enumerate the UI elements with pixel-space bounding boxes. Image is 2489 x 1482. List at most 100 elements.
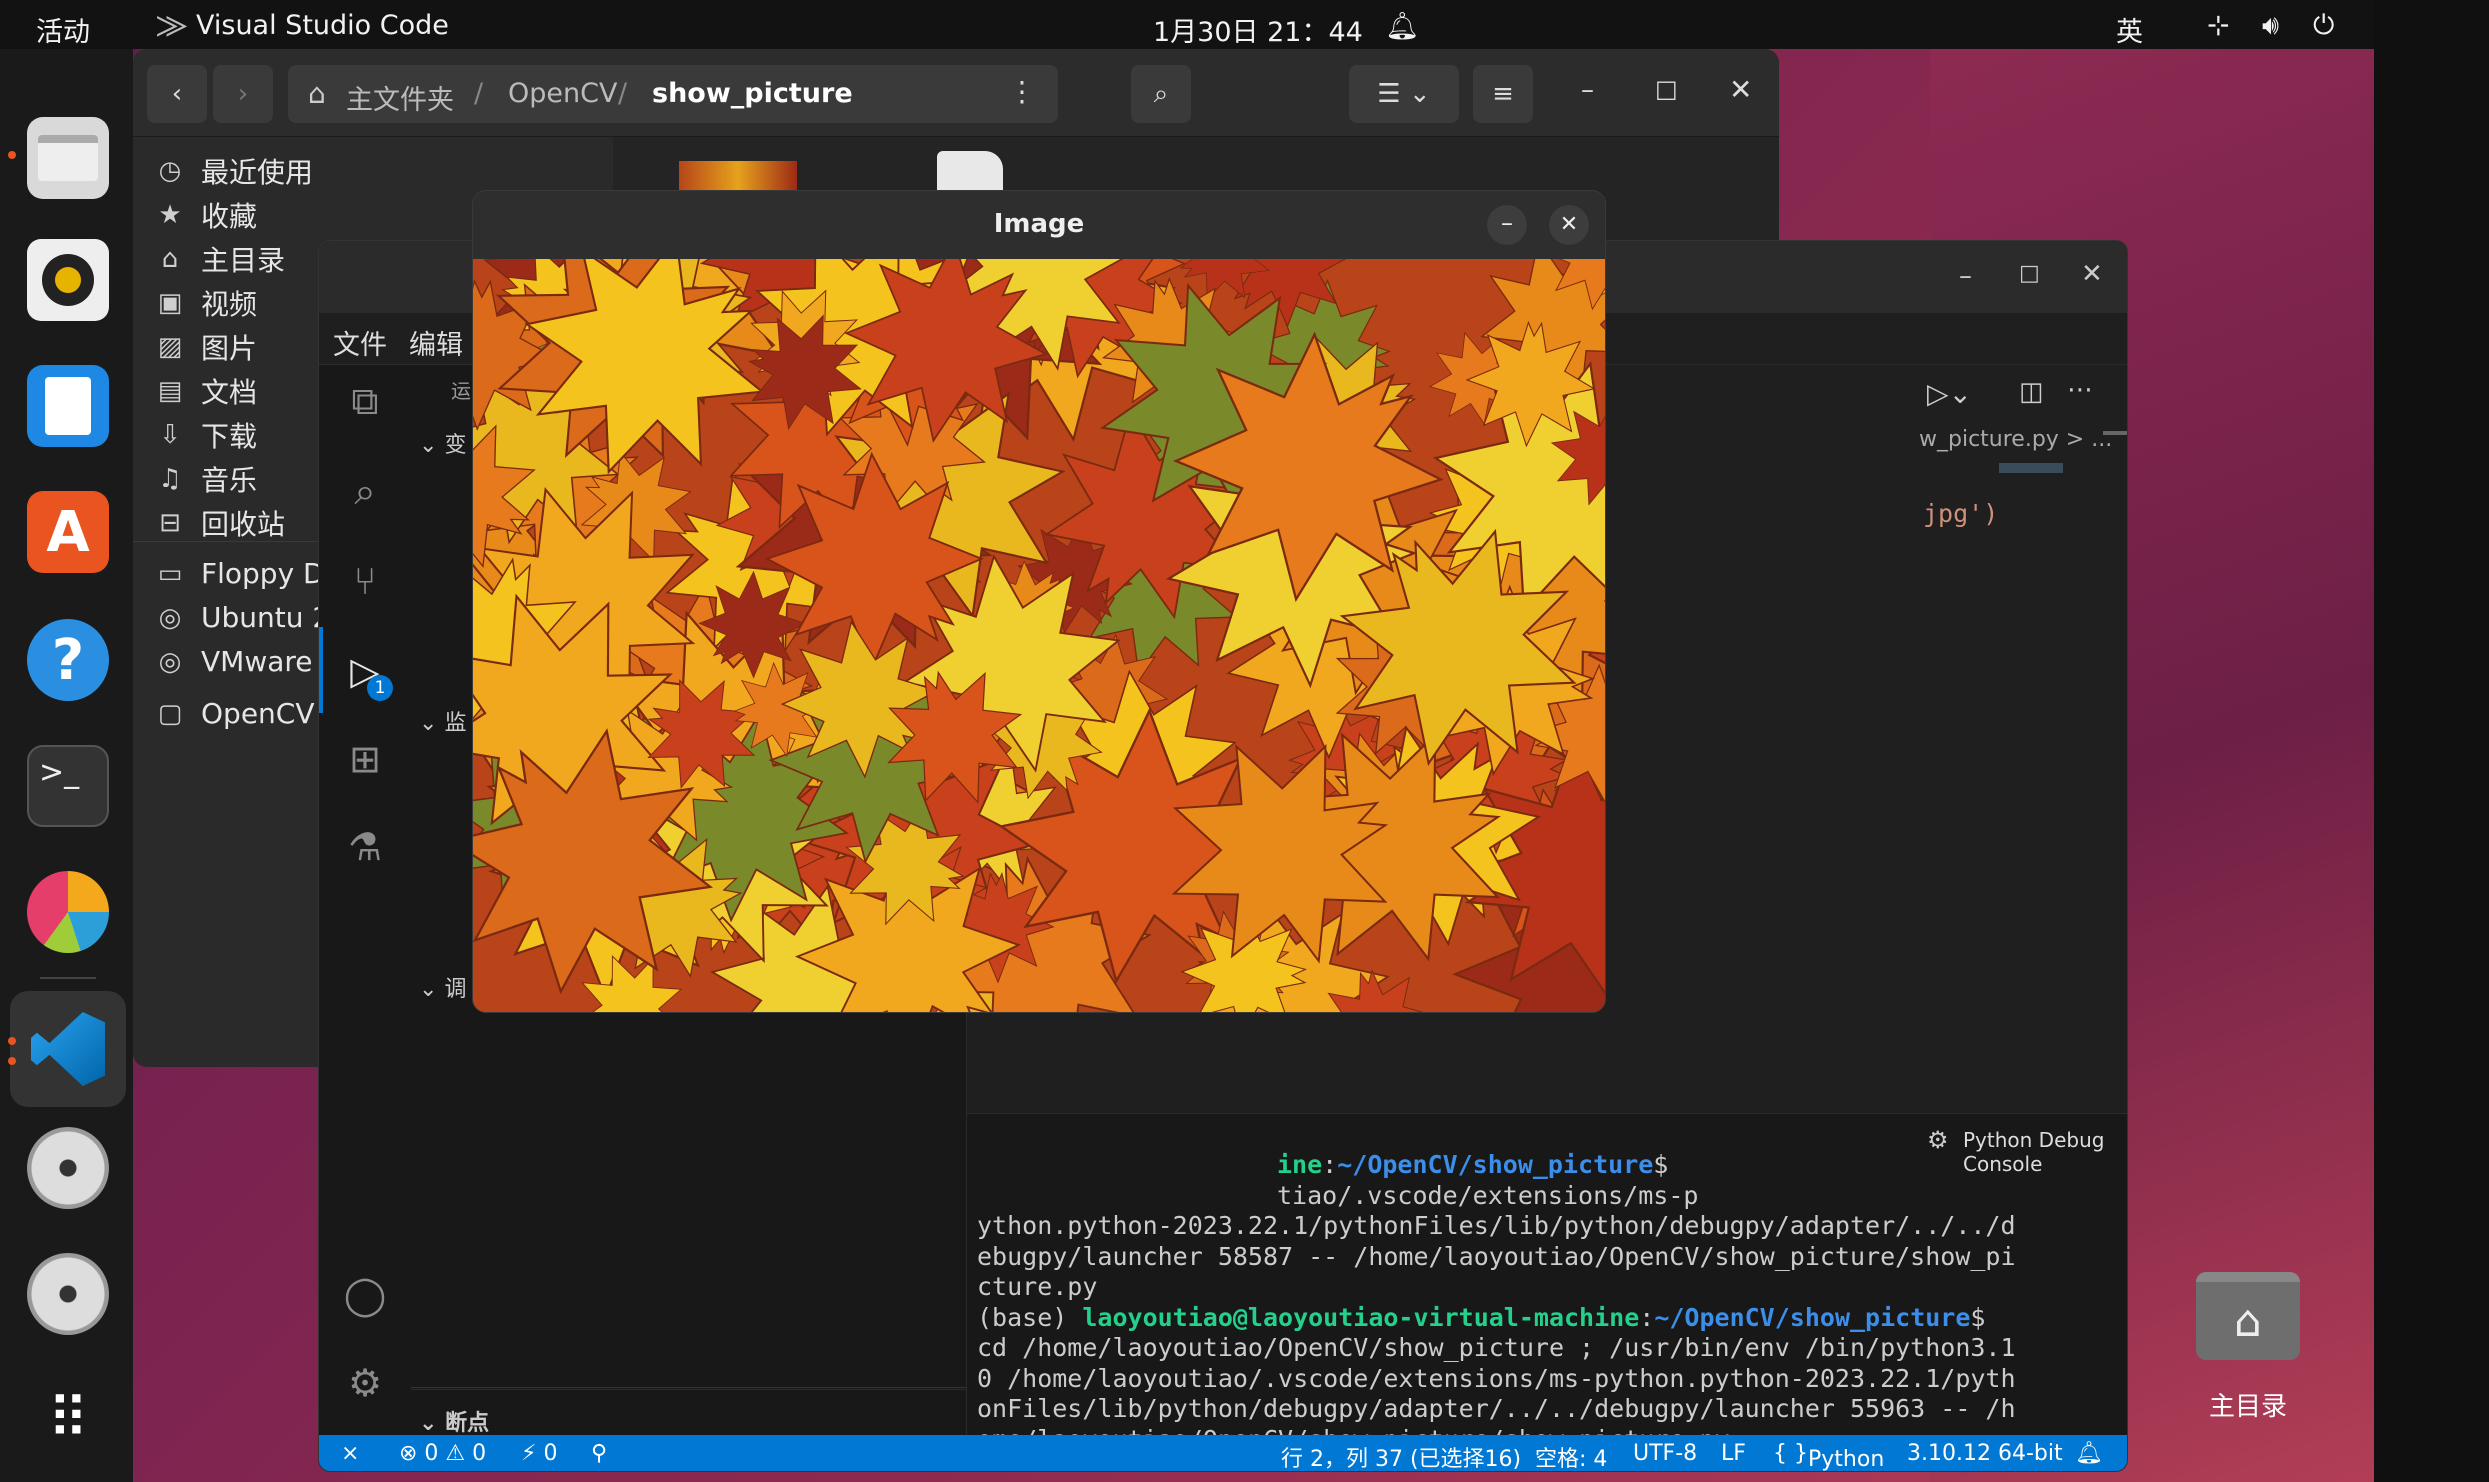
minimap (1999, 463, 2063, 473)
sidebar-item[interactable]: ⊟ 回收站 (155, 503, 285, 543)
variables-section[interactable]: ⌄ 变 (419, 427, 466, 459)
maximize-icon[interactable]: □ (2019, 261, 2040, 286)
sidebar-item-label: 回收站 (201, 508, 286, 541)
breadcrumb[interactable]: w_picture.py > ... (1919, 427, 2112, 452)
clock-icon: ◷ (158, 156, 182, 186)
watch-label: 监 (444, 711, 467, 736)
terminal-tab[interactable]: Python Debug Console (1963, 1128, 2127, 1176)
explorer-icon[interactable]: ⧉ (339, 375, 391, 427)
run-button[interactable]: ▷⌄ (1927, 377, 1972, 410)
cursor-position[interactable]: 行 2，列 37 (已选择16) (1281, 1441, 1521, 1471)
source-control-icon[interactable]: ⑂ (339, 555, 391, 607)
search-icon[interactable]: ⌕ (339, 465, 391, 517)
path-segment[interactable]: OpenCV (508, 78, 617, 109)
settings-gear-icon[interactable]: ⚙ (339, 1357, 391, 1409)
sidebar-item[interactable]: ▭ Floppy Di (155, 557, 333, 590)
extensions-icon[interactable]: ⊞ (339, 733, 391, 785)
notifications-bell-icon[interactable]: 🔔︎ (2075, 1441, 2103, 1466)
close-button[interactable]: ✕ (1549, 205, 1589, 245)
minimize-icon[interactable]: – (1959, 261, 1972, 291)
files-app-icon[interactable] (27, 117, 109, 199)
sidebar-item[interactable]: ◎ Ubuntu 2: (155, 601, 340, 634)
path-segment[interactable]: 主文件夹 (346, 78, 454, 117)
input-method[interactable]: 英 (2116, 10, 2143, 49)
maximize-icon[interactable]: □ (1655, 75, 1678, 103)
sidebar-item[interactable]: ★ 收藏 (155, 195, 257, 235)
activity-bar: ⧉ ⌕ ⑂ ▷ 1 ⊞ ⚗ ◯ ⚙ (319, 365, 411, 1435)
split-editor-icon[interactable]: ◫ (2019, 377, 2044, 407)
indentation[interactable]: 空格: 4 (1535, 1441, 1607, 1471)
clock[interactable]: 1月30日 21：44 (1153, 10, 1363, 49)
debug-target-icon[interactable]: ⚲ (591, 1441, 607, 1466)
view-list-button[interactable]: ☰ ⌄ (1349, 65, 1459, 123)
app-center-icon[interactable]: A (27, 491, 109, 573)
terminal-line: onFiles/lib/python/debugpy/adapter/../..… (977, 1394, 2016, 1423)
terminal-line: tiao/.vscode/extensions/ms-p (1277, 1180, 1699, 1210)
running-indicator (8, 151, 16, 159)
testing-icon[interactable]: ⚗ (339, 821, 391, 873)
disk-usage-icon[interactable] (27, 871, 109, 953)
scrollbar[interactable] (2103, 431, 2127, 447)
run-config-label[interactable]: 运 (451, 375, 471, 404)
app-name[interactable]: Visual Studio Code (196, 10, 449, 41)
desktop-home-folder[interactable]: ⌂ 主目录 (2188, 1262, 2308, 1422)
activities-button[interactable]: 活动 (36, 10, 90, 49)
dock-separator (40, 977, 96, 979)
search-button[interactable]: ⌕ (1131, 65, 1191, 123)
sidebar-item[interactable]: ▣ 视频 (155, 283, 257, 323)
sidebar-item[interactable]: ⌂ 主目录 (155, 239, 285, 279)
minimize-icon[interactable]: – (1581, 75, 1594, 105)
remote-icon[interactable]: ⨯ (341, 1441, 359, 1466)
forward-button[interactable]: › (213, 65, 273, 123)
sidebar-item[interactable]: ⇩ 下载 (155, 415, 257, 455)
leaves-picture (473, 259, 1605, 1012)
callstack-section[interactable]: ⌄ 调 (419, 971, 466, 1003)
ports-status[interactable]: ⚡ 0 (521, 1441, 557, 1466)
vscode-icon[interactable] (10, 991, 126, 1107)
path-menu-icon[interactable]: ⋮ (1008, 75, 1036, 108)
notification-bell-icon[interactable]: 🔔︎ (1385, 10, 1419, 42)
menu-file[interactable]: 文件 (333, 323, 387, 362)
sidebar-item-label: 最近使用 (201, 156, 314, 189)
path-segment-current[interactable]: show_picture (652, 78, 853, 109)
help-icon[interactable]: ? (27, 619, 109, 701)
problems-status[interactable]: ⊗ 0 ⚠ 0 (399, 1441, 486, 1466)
main-menu-button[interactable]: ≡ (1473, 65, 1533, 123)
watch-section[interactable]: ⌄ 监 (419, 705, 466, 737)
sidebar-item[interactable]: ▢ OpenCV (155, 697, 315, 730)
breakpoints-section[interactable]: ⌄ 断点 (419, 1405, 489, 1437)
volume-icon[interactable]: 🔊︎ (2262, 10, 2279, 42)
sidebar-item[interactable]: ▨ 图片 (155, 327, 257, 367)
terminal-line: ython.python-2023.22.1/pythonFiles/lib/p… (977, 1211, 2016, 1240)
sidebar-item[interactable]: ♫ 音乐 (155, 459, 257, 499)
eol[interactable]: LF (1721, 1441, 1746, 1466)
menu-edit[interactable]: 编辑 (409, 323, 463, 362)
back-button[interactable]: ‹ (147, 65, 207, 123)
writer-icon[interactable] (27, 365, 109, 447)
file-thumbnail[interactable] (679, 161, 797, 191)
music-icon: ♫ (158, 464, 182, 494)
files-headerbar: ‹ › ⌂ 主文件夹 / OpenCV / show_picture ⋮ ⌕ ☰… (133, 49, 1779, 137)
python-interpreter[interactable]: 3.10.12 64-bit (1907, 1441, 2063, 1466)
minimize-button[interactable]: – (1487, 205, 1527, 245)
encoding[interactable]: UTF-8 (1633, 1441, 1697, 1466)
disc-icon: ◎ (158, 646, 182, 677)
debug-badge: 1 (367, 675, 393, 701)
file-icon[interactable] (937, 151, 1003, 191)
close-icon[interactable]: ✕ (1729, 73, 1752, 106)
code-fragment[interactable]: jpg') (1923, 499, 1998, 528)
power-icon[interactable]: ⏻ (2313, 10, 2334, 42)
more-actions-icon[interactable]: ⋯ (2067, 375, 2093, 405)
dvd-icon-2[interactable] (27, 1253, 109, 1335)
language-mode[interactable]: { } Python (1773, 1441, 1884, 1471)
sidebar-item[interactable]: ▤ 文档 (155, 371, 257, 411)
dvd-icon[interactable] (27, 1127, 109, 1209)
close-icon[interactable]: ✕ (2081, 259, 2103, 289)
network-icon[interactable]: ⊹ (2207, 10, 2230, 41)
account-icon[interactable]: ◯ (339, 1269, 391, 1321)
sidebar-item[interactable]: ◷ 最近使用 (155, 151, 313, 191)
sidebar-item[interactable]: ◎ VMware (155, 645, 313, 678)
show-apps-icon[interactable]: ⠿ (27, 1379, 109, 1461)
rhythmbox-icon[interactable] (27, 239, 109, 321)
terminal-icon[interactable]: >_ (27, 745, 109, 827)
